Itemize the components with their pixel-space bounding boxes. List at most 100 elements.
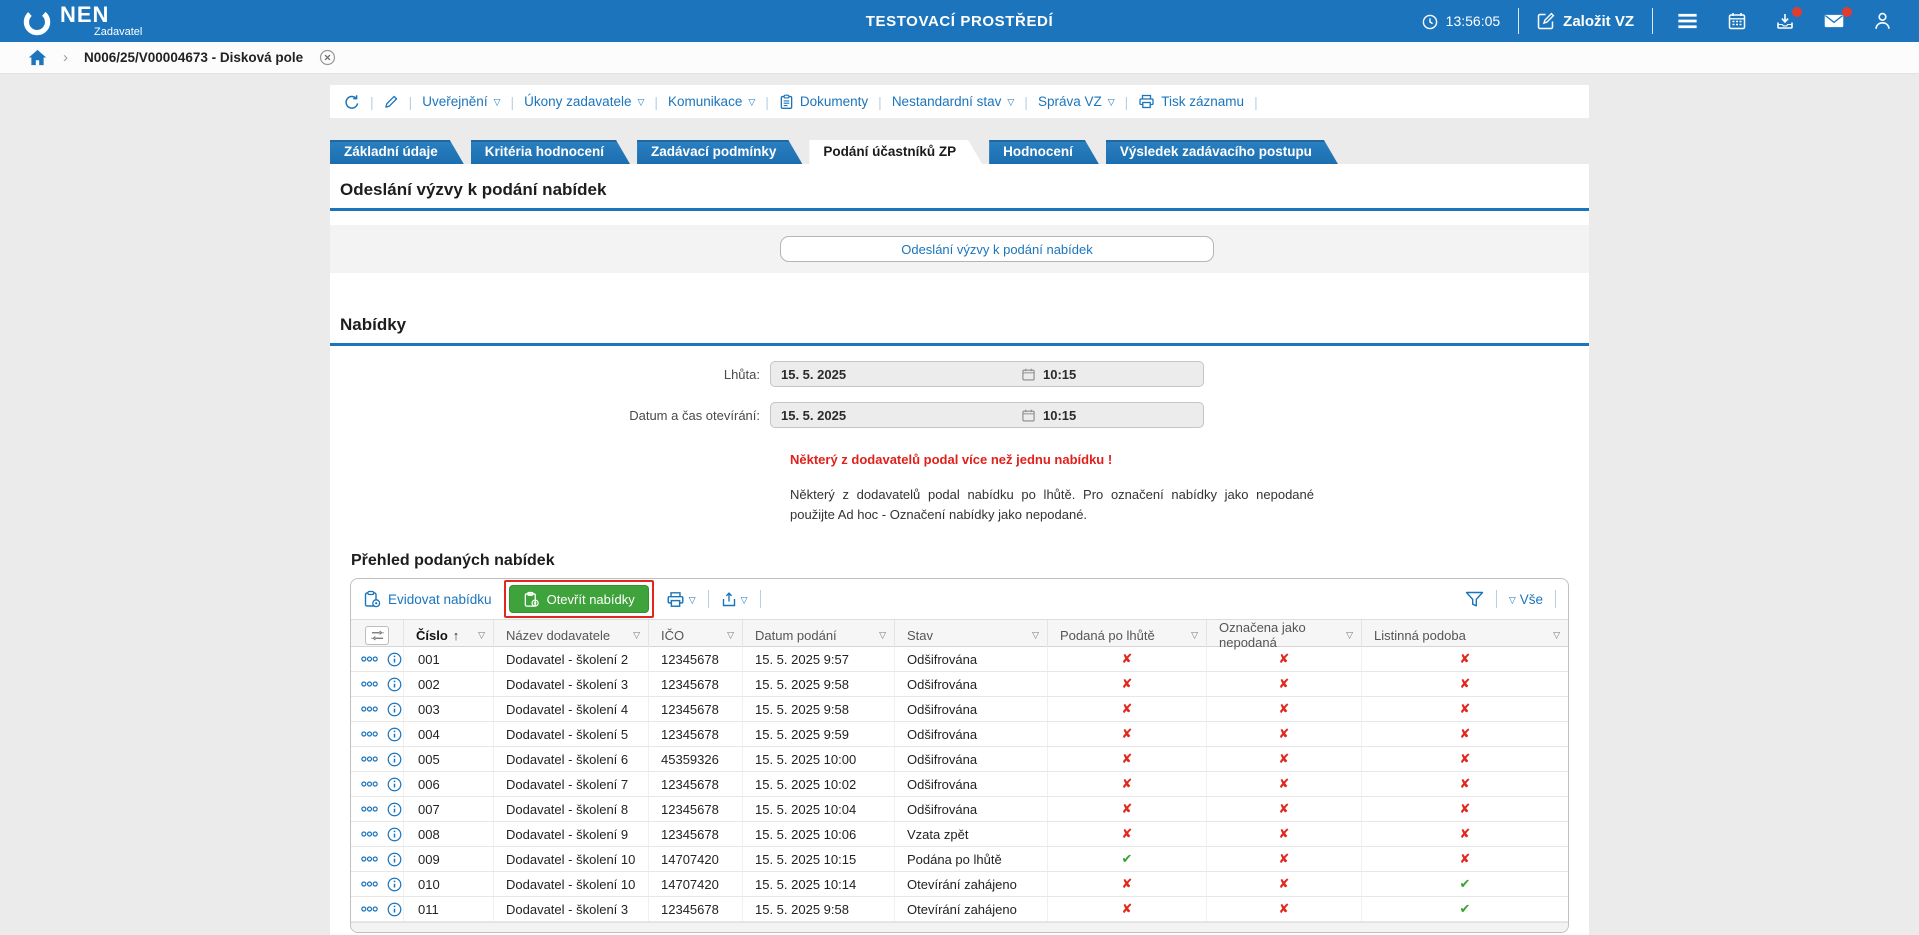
export-menu-button[interactable]: ▽ [721,591,748,608]
section-title-nabidky: Nabídky [330,299,1589,343]
vse-filter-button[interactable]: ▽ Vše [1509,592,1543,607]
row-menu-icon[interactable] [361,731,378,737]
table-row: 009Dodavatel - školení 101470742015. 5. … [351,847,1568,872]
filter-button[interactable] [1465,591,1484,608]
row-menu-icon[interactable] [361,856,378,862]
info-icon[interactable] [387,777,402,792]
toolbar-item-sprava-vz[interactable]: Správa VZ▽ [1038,94,1115,109]
row-menu-icon[interactable] [361,806,378,812]
column-header-listinna-podoba[interactable]: Listinná podoba▽ [1362,620,1568,650]
chevron-down-icon: ▽ [689,595,696,606]
toolbar-item-refresh[interactable] [344,93,360,109]
toolbar-item-uverejneni[interactable]: Uveřejnění▽ [422,94,500,109]
info-icon[interactable] [387,877,402,892]
info-icon[interactable] [387,727,402,742]
messages-button[interactable] [1818,12,1850,30]
menu-button[interactable] [1671,12,1704,30]
toolbar-item-ukony-zadavatele[interactable]: Úkony zadavatele▽ [524,94,644,109]
evidovat-nabidku-label: Evidovat nabídku [388,592,492,607]
cell-listinna-podoba: ✘ [1362,797,1568,821]
separator: | [511,94,515,110]
evidovat-nabidku-button[interactable]: Evidovat nabídku [363,590,492,608]
info-icon[interactable] [387,702,402,717]
column-header-ico[interactable]: IČO▽ [649,620,743,650]
calendar-button[interactable] [1722,12,1752,30]
cell-listinna-podoba: ✘ [1362,697,1568,721]
filter-caret-icon[interactable]: ▽ [478,630,485,641]
cross-icon: ✘ [1279,801,1290,817]
close-record-button[interactable] [319,49,336,67]
cross-icon: ✘ [1460,826,1471,842]
table-row: 006Dodavatel - školení 71234567815. 5. 2… [351,772,1568,797]
column-header-podana-po-lhute[interactable]: Podaná po lhůtě▽ [1048,620,1207,650]
cell-listinna-podoba: ✘ [1362,672,1568,696]
row-actions-cell [351,647,404,671]
grid-toolbar: Evidovat nabídku Otevřít nabídky ▽ [351,579,1568,619]
filter-caret-icon[interactable]: ▽ [1032,630,1039,641]
row-menu-icon[interactable] [361,831,378,837]
info-icon[interactable] [387,652,402,667]
row-menu-icon[interactable] [361,906,378,912]
cell-datum-podani: 15. 5. 2025 10:15 [743,847,895,871]
notification-badge [1792,7,1802,17]
row-menu-icon[interactable] [361,681,378,687]
row-menu-icon[interactable] [361,656,378,662]
cell-oznacena-jako-nepodana: ✘ [1207,897,1362,921]
row-actions-cell [351,697,404,721]
filter-caret-icon[interactable]: ▽ [1191,630,1198,641]
column-header-cislo[interactable]: Číslo↑▽ [404,620,494,650]
row-menu-icon[interactable] [361,756,378,762]
separator: | [654,94,658,110]
print-menu-button[interactable]: ▽ [666,590,696,609]
column-header-datum-podani[interactable]: Datum podání▽ [743,620,895,650]
info-icon[interactable] [387,802,402,817]
toolbar-item-nestandardni-stav[interactable]: Nestandardní stav▽ [892,94,1014,109]
toolbar-item-dokumenty[interactable]: Dokumenty [779,93,868,109]
clipboard-gear-icon [363,590,381,608]
otevrit-nabidky-button[interactable]: Otevřít nabídky [509,585,649,612]
otevirani-input[interactable]: 15. 5. 2025 10:15 [770,402,1204,428]
cell-nazev-dodavatele: Dodavatel - školení 7 [494,772,649,796]
cross-icon: ✘ [1122,876,1133,892]
profile-button[interactable] [1868,12,1897,30]
tab-hodnoceni[interactable]: Hodnocení [989,140,1099,164]
row-menu-icon[interactable] [361,781,378,787]
notification-badge [1842,7,1852,17]
row-menu-icon[interactable] [361,881,378,887]
lhuta-input[interactable]: 15. 5. 2025 10:15 [770,361,1204,387]
toolbar-item-komunikace[interactable]: Komunikace▽ [668,94,755,109]
info-icon[interactable] [387,902,402,917]
row-menu-icon[interactable] [361,706,378,712]
info-icon[interactable] [387,827,402,842]
tab-vysledek-zadavaciho-postupu[interactable]: Výsledek zadávacího postupu [1106,140,1338,164]
lhuta-row: Lhůta: 15. 5. 2025 10:15 [330,361,1589,387]
info-icon[interactable] [387,852,402,867]
zalozit-vz-button[interactable]: Založit VZ [1537,12,1634,30]
tab-zadavaci-podminky[interactable]: Zadávací podmínky [637,140,802,164]
column-header-oznacena-jako-nepodana[interactable]: Označena jako nepodaná▽ [1207,620,1362,650]
filter-caret-icon[interactable]: ▽ [1346,630,1353,641]
otevirani-time-value: 10:15 [1043,408,1193,423]
toolbar-item-pencil[interactable] [384,94,399,110]
odeslani-vyzvy-button[interactable]: Odeslání výzvy k podání nabídek [780,236,1214,262]
column-header-nazev-dodavatele[interactable]: Název dodavatele▽ [494,620,649,650]
column-settings-button[interactable] [351,620,404,650]
filter-caret-icon[interactable]: ▽ [1553,630,1560,641]
home-button[interactable] [28,49,47,67]
edit-square-icon [1537,12,1555,30]
cell-stav: Podána po lhůtě [895,847,1048,871]
tab-kriteria-hodnoceni[interactable]: Kritéria hodnocení [471,140,630,164]
nen-logo[interactable]: NEN Zadavatel [22,4,142,38]
filter-caret-icon[interactable]: ▽ [727,630,734,641]
column-header-stav[interactable]: Stav▽ [895,620,1048,650]
tab-zakladni-udaje[interactable]: Základní údaje [330,140,464,164]
tab-podani-ucastniku-zp[interactable]: Podání účastníků ZP [809,140,982,164]
cross-icon: ✘ [1460,851,1471,867]
info-icon[interactable] [387,677,402,692]
table-row: 003Dodavatel - školení 41234567815. 5. 2… [351,697,1568,722]
downloads-button[interactable] [1770,12,1800,30]
filter-caret-icon[interactable]: ▽ [879,630,886,641]
toolbar-item-tisk-zaznamu[interactable]: Tisk záznamu [1138,93,1244,110]
filter-caret-icon[interactable]: ▽ [633,630,640,641]
info-icon[interactable] [387,752,402,767]
